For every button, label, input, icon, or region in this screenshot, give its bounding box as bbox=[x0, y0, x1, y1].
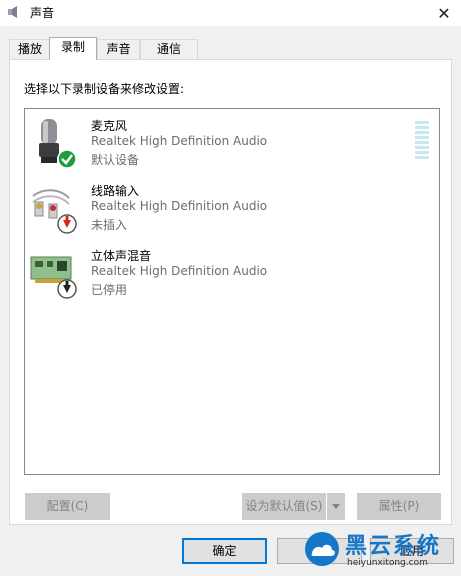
tab-recording[interactable]: 录制 bbox=[49, 37, 97, 60]
window-title: 声音 bbox=[30, 6, 55, 20]
tab-communications[interactable]: 通信 bbox=[140, 39, 198, 59]
set-default-button[interactable]: 设为默认值(S) bbox=[242, 493, 326, 520]
watermark-name: 黑云系统 bbox=[345, 534, 442, 559]
speaker-icon bbox=[8, 6, 17, 18]
configure-button[interactable]: 配置(C) bbox=[25, 493, 110, 520]
device-status: 未插入 bbox=[91, 218, 128, 232]
line-in-jack-icon bbox=[32, 189, 77, 234]
device-item-microphone[interactable]: 麦克风 Realtek High Definition Audio 默认设备 bbox=[25, 115, 439, 177]
close-icon: ✕ bbox=[437, 3, 451, 23]
set-default-dropdown-button[interactable] bbox=[327, 493, 345, 520]
cloud-logo-icon bbox=[305, 532, 339, 566]
recording-device-list[interactable]: 麦克风 Realtek High Definition Audio 默认设备 线… bbox=[24, 108, 440, 475]
instruction-label: 选择以下录制设备来修改设置: bbox=[24, 82, 185, 96]
device-driver: Realtek High Definition Audio bbox=[91, 134, 268, 148]
chevron-down-icon bbox=[332, 504, 340, 509]
default-check-badge bbox=[57, 149, 77, 169]
device-status: 默认设备 bbox=[91, 153, 140, 167]
tab-sounds[interactable]: 声音 bbox=[97, 39, 140, 59]
device-name: 立体声混音 bbox=[91, 249, 152, 263]
device-status: 已停用 bbox=[91, 283, 128, 297]
title-bar: 声音 ✕ bbox=[0, 0, 461, 26]
ok-button[interactable]: 确定 bbox=[182, 538, 267, 564]
stereo-mix-board-icon bbox=[30, 256, 77, 299]
properties-button[interactable]: 属性(P) bbox=[357, 493, 441, 520]
disabled-badge bbox=[57, 279, 77, 299]
close-button[interactable]: ✕ bbox=[427, 0, 461, 26]
watermark-url: heiyunxitong.com bbox=[347, 558, 428, 568]
device-item-stereo-mix[interactable]: 立体声混音 Realtek High Definition Audio 已停用 bbox=[25, 245, 439, 307]
unplugged-badge bbox=[57, 214, 77, 234]
device-driver: Realtek High Definition Audio bbox=[91, 199, 268, 213]
device-name: 线路输入 bbox=[91, 184, 140, 198]
input-level-meter bbox=[415, 121, 429, 161]
watermark: 黑云系统 heiyunxitong.com bbox=[303, 528, 453, 574]
microphone-icon bbox=[39, 119, 77, 169]
device-driver: Realtek High Definition Audio bbox=[91, 264, 268, 278]
tab-playback[interactable]: 播放 bbox=[9, 39, 51, 59]
recording-tab-panel: 选择以下录制设备来修改设置: 麦克风 Realtek High Definiti… bbox=[9, 59, 452, 525]
device-item-line-in[interactable]: 线路输入 Realtek High Definition Audio 未插入 bbox=[25, 180, 439, 242]
dialog-client-area: 播放 录制 声音 通信 选择以下录制设备来修改设置: 麦克风 Realtek H… bbox=[0, 26, 461, 576]
device-name: 麦克风 bbox=[91, 119, 128, 133]
